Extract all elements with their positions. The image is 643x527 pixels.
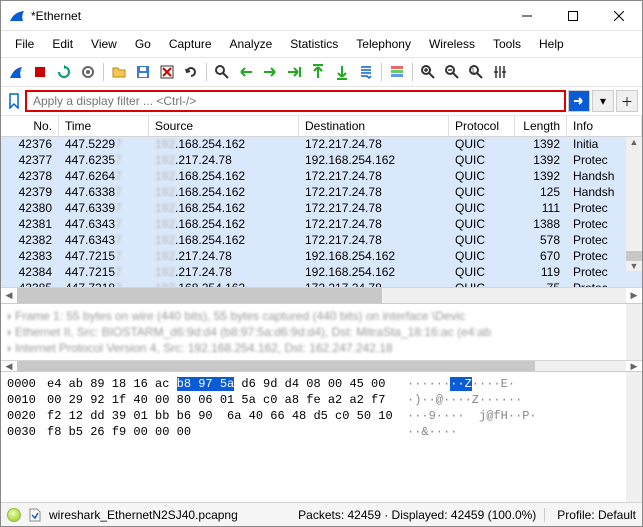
expert-info-icon[interactable] xyxy=(7,508,21,522)
menu-statistics[interactable]: Statistics xyxy=(282,35,346,53)
open-file-button[interactable] xyxy=(108,61,130,83)
packet-row[interactable]: 42380447.63397192.168.254.162172.217.24.… xyxy=(1,201,642,217)
menu-go[interactable]: Go xyxy=(127,35,159,53)
status-profile[interactable]: Profile: Default xyxy=(544,508,636,522)
status-bar: wireshark_EthernetN2SJ40.pcapng Packets:… xyxy=(1,502,642,526)
bookmark-icon[interactable] xyxy=(5,91,23,111)
hex-vscrollbar[interactable] xyxy=(626,372,642,502)
resize-columns-button[interactable] xyxy=(489,61,511,83)
packet-row[interactable]: 42379447.63387192.168.254.162172.217.24.… xyxy=(1,185,642,201)
stop-capture-button[interactable] xyxy=(29,61,51,83)
filter-history-button[interactable]: ▾ xyxy=(592,90,614,112)
display-filter-input[interactable] xyxy=(25,90,566,112)
zoom-reset-button[interactable]: 1 xyxy=(465,61,487,83)
hex-row[interactable]: 0000e4 ab 89 18 16 ac b8 97 5a d6 9d d4 … xyxy=(7,376,620,392)
menu-capture[interactable]: Capture xyxy=(161,35,220,53)
zoom-in-button[interactable] xyxy=(417,61,439,83)
header-destination[interactable]: Destination xyxy=(299,116,449,136)
header-length[interactable]: Length xyxy=(515,116,567,136)
go-to-packet-button[interactable] xyxy=(283,61,305,83)
packet-row[interactable]: 42383447.72157192.217.24.78192.168.254.1… xyxy=(1,249,642,265)
auto-scroll-button[interactable] xyxy=(355,61,377,83)
hex-row[interactable]: 0030f8 b5 26 f9 00 00 00··&···· xyxy=(7,424,620,440)
maximize-button[interactable] xyxy=(550,1,596,31)
packet-row[interactable]: 42384447.72157192.217.24.78192.168.254.1… xyxy=(1,265,642,281)
app-icon xyxy=(9,8,25,24)
menu-wireless[interactable]: Wireless xyxy=(421,35,483,53)
status-counts: Packets: 42459 · Displayed: 42459 (100.0… xyxy=(298,508,536,522)
header-source[interactable]: Source xyxy=(149,116,299,136)
menu-bar: File Edit View Go Capture Analyze Statis… xyxy=(1,31,642,58)
packet-list-header[interactable]: No. Time Source Destination Protocol Len… xyxy=(1,116,642,137)
packet-row[interactable]: 42378447.62647192.168.254.162172.217.24.… xyxy=(1,169,642,185)
packet-details-pane[interactable]: ›Frame 1: 55 bytes on wire (440 bits), 5… xyxy=(1,304,642,372)
close-file-button[interactable] xyxy=(156,61,178,83)
capture-options-button[interactable] xyxy=(77,61,99,83)
find-packet-button[interactable] xyxy=(211,61,233,83)
capture-file-icon xyxy=(27,507,43,523)
save-file-button[interactable] xyxy=(132,61,154,83)
menu-tools[interactable]: Tools xyxy=(485,35,529,53)
go-last-button[interactable] xyxy=(331,61,353,83)
start-capture-button[interactable] xyxy=(5,61,27,83)
header-no[interactable]: No. xyxy=(1,116,59,136)
menu-edit[interactable]: Edit xyxy=(44,35,81,53)
packet-row[interactable]: 42376447.52297192.168.254.162172.217.24.… xyxy=(1,137,642,153)
titlebar: *Ethernet xyxy=(1,1,642,31)
reload-button[interactable] xyxy=(180,61,202,83)
detail-line[interactable]: Internet Protocol Version 4, Src: 192.16… xyxy=(15,341,393,355)
packet-row[interactable]: 42382447.63437192.168.254.162172.217.24.… xyxy=(1,233,642,249)
zoom-out-button[interactable] xyxy=(441,61,463,83)
go-first-button[interactable] xyxy=(307,61,329,83)
hex-row[interactable]: 0020f2 12 dd 39 01 bb b6 90 6a 40 66 48 … xyxy=(7,408,620,424)
main-toolbar: 1 xyxy=(1,58,642,87)
menu-analyze[interactable]: Analyze xyxy=(222,35,281,53)
details-vscrollbar[interactable] xyxy=(626,304,642,360)
packet-row[interactable]: 42385447.72187192.168.254.162172.217.24.… xyxy=(1,281,642,287)
packet-row[interactable]: 42377447.62357192.217.24.78192.168.254.1… xyxy=(1,153,642,169)
minimize-button[interactable] xyxy=(504,1,550,31)
packet-list-hscrollbar[interactable]: ◀ ▶ xyxy=(1,287,642,303)
packet-list-pane: No. Time Source Destination Protocol Len… xyxy=(1,116,642,304)
add-filter-button[interactable]: ＋ xyxy=(616,90,638,112)
filter-bar: ▾ ＋ xyxy=(1,87,642,116)
go-forward-button[interactable] xyxy=(259,61,281,83)
packet-bytes-pane[interactable]: 0000e4 ab 89 18 16 ac b8 97 5a d6 9d d4 … xyxy=(1,372,642,502)
menu-file[interactable]: File xyxy=(7,35,42,53)
svg-text:1: 1 xyxy=(471,68,475,75)
menu-help[interactable]: Help xyxy=(531,35,572,53)
detail-line[interactable]: Ethernet II, Src: BIOSTARM_d6:9d:d4 (b8:… xyxy=(15,325,491,339)
hex-row[interactable]: 001000 29 92 1f 40 00 80 06 01 5a c0 a8 … xyxy=(7,392,620,408)
detail-line[interactable]: Frame 1: 55 bytes on wire (440 bits), 55… xyxy=(15,309,465,323)
go-back-button[interactable] xyxy=(235,61,257,83)
colorize-button[interactable] xyxy=(386,61,408,83)
header-protocol[interactable]: Protocol xyxy=(449,116,515,136)
close-button[interactable] xyxy=(596,1,642,31)
menu-view[interactable]: View xyxy=(83,35,125,53)
menu-telephony[interactable]: Telephony xyxy=(348,35,419,53)
restart-capture-button[interactable] xyxy=(53,61,75,83)
status-file: wireshark_EthernetN2SJ40.pcapng xyxy=(49,508,238,522)
header-info[interactable]: Info xyxy=(567,116,642,136)
packet-row[interactable]: 42381447.63437192.168.254.162172.217.24.… xyxy=(1,217,642,233)
packet-list-vscrollbar[interactable]: ▲ ▼ xyxy=(626,137,642,271)
apply-filter-button[interactable] xyxy=(568,90,590,112)
window-title: *Ethernet xyxy=(31,9,504,23)
details-hscrollbar[interactable]: ◀ ▶ xyxy=(1,360,642,372)
header-time[interactable]: Time xyxy=(59,116,149,136)
